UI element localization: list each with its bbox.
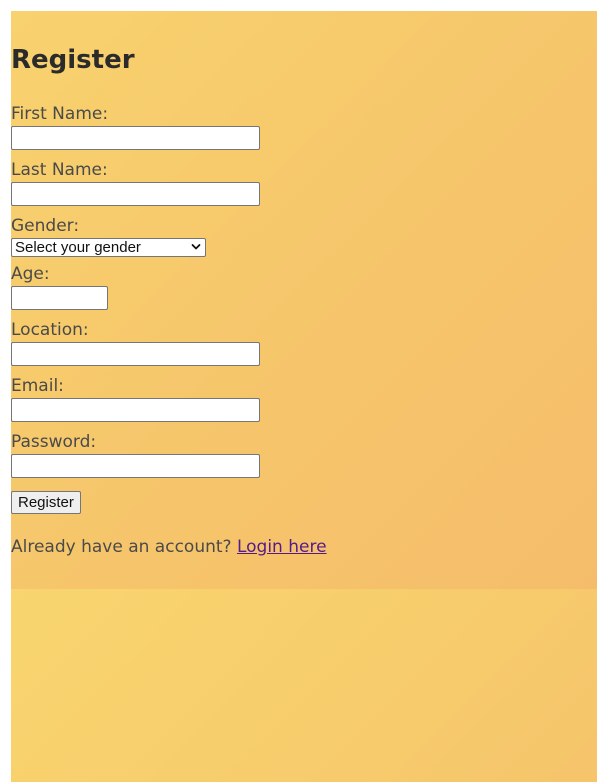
register-form: First Name: Last Name: Gender: Select yo… bbox=[11, 104, 597, 558]
first-name-input[interactable] bbox=[11, 126, 260, 150]
login-prompt: Already have an account? Login here bbox=[11, 536, 597, 558]
gender-select[interactable]: Select your gender bbox=[11, 238, 206, 257]
password-label: Password: bbox=[11, 432, 97, 452]
gender-select-value: Select your gender bbox=[15, 239, 141, 256]
gender-label: Gender: bbox=[11, 216, 80, 236]
location-input[interactable] bbox=[11, 342, 260, 366]
lower-panel-background bbox=[11, 589, 597, 782]
register-container: Register First Name: Last Name: Gender: … bbox=[11, 11, 597, 558]
register-button[interactable]: Register bbox=[11, 491, 81, 514]
email-label: Email: bbox=[11, 376, 64, 396]
last-name-label: Last Name: bbox=[11, 160, 108, 180]
age-label: Age: bbox=[11, 264, 50, 284]
page: Register First Name: Last Name: Gender: … bbox=[0, 0, 597, 782]
login-link[interactable]: Login here bbox=[237, 537, 327, 557]
chevron-down-icon bbox=[191, 244, 201, 250]
first-name-label: First Name: bbox=[11, 104, 109, 124]
page-title: Register bbox=[11, 45, 135, 75]
email-input[interactable] bbox=[11, 398, 260, 422]
password-input[interactable] bbox=[11, 454, 260, 478]
login-prompt-text: Already have an account? bbox=[11, 537, 232, 557]
age-input[interactable] bbox=[11, 286, 108, 310]
location-label: Location: bbox=[11, 320, 89, 340]
last-name-input[interactable] bbox=[11, 182, 260, 206]
